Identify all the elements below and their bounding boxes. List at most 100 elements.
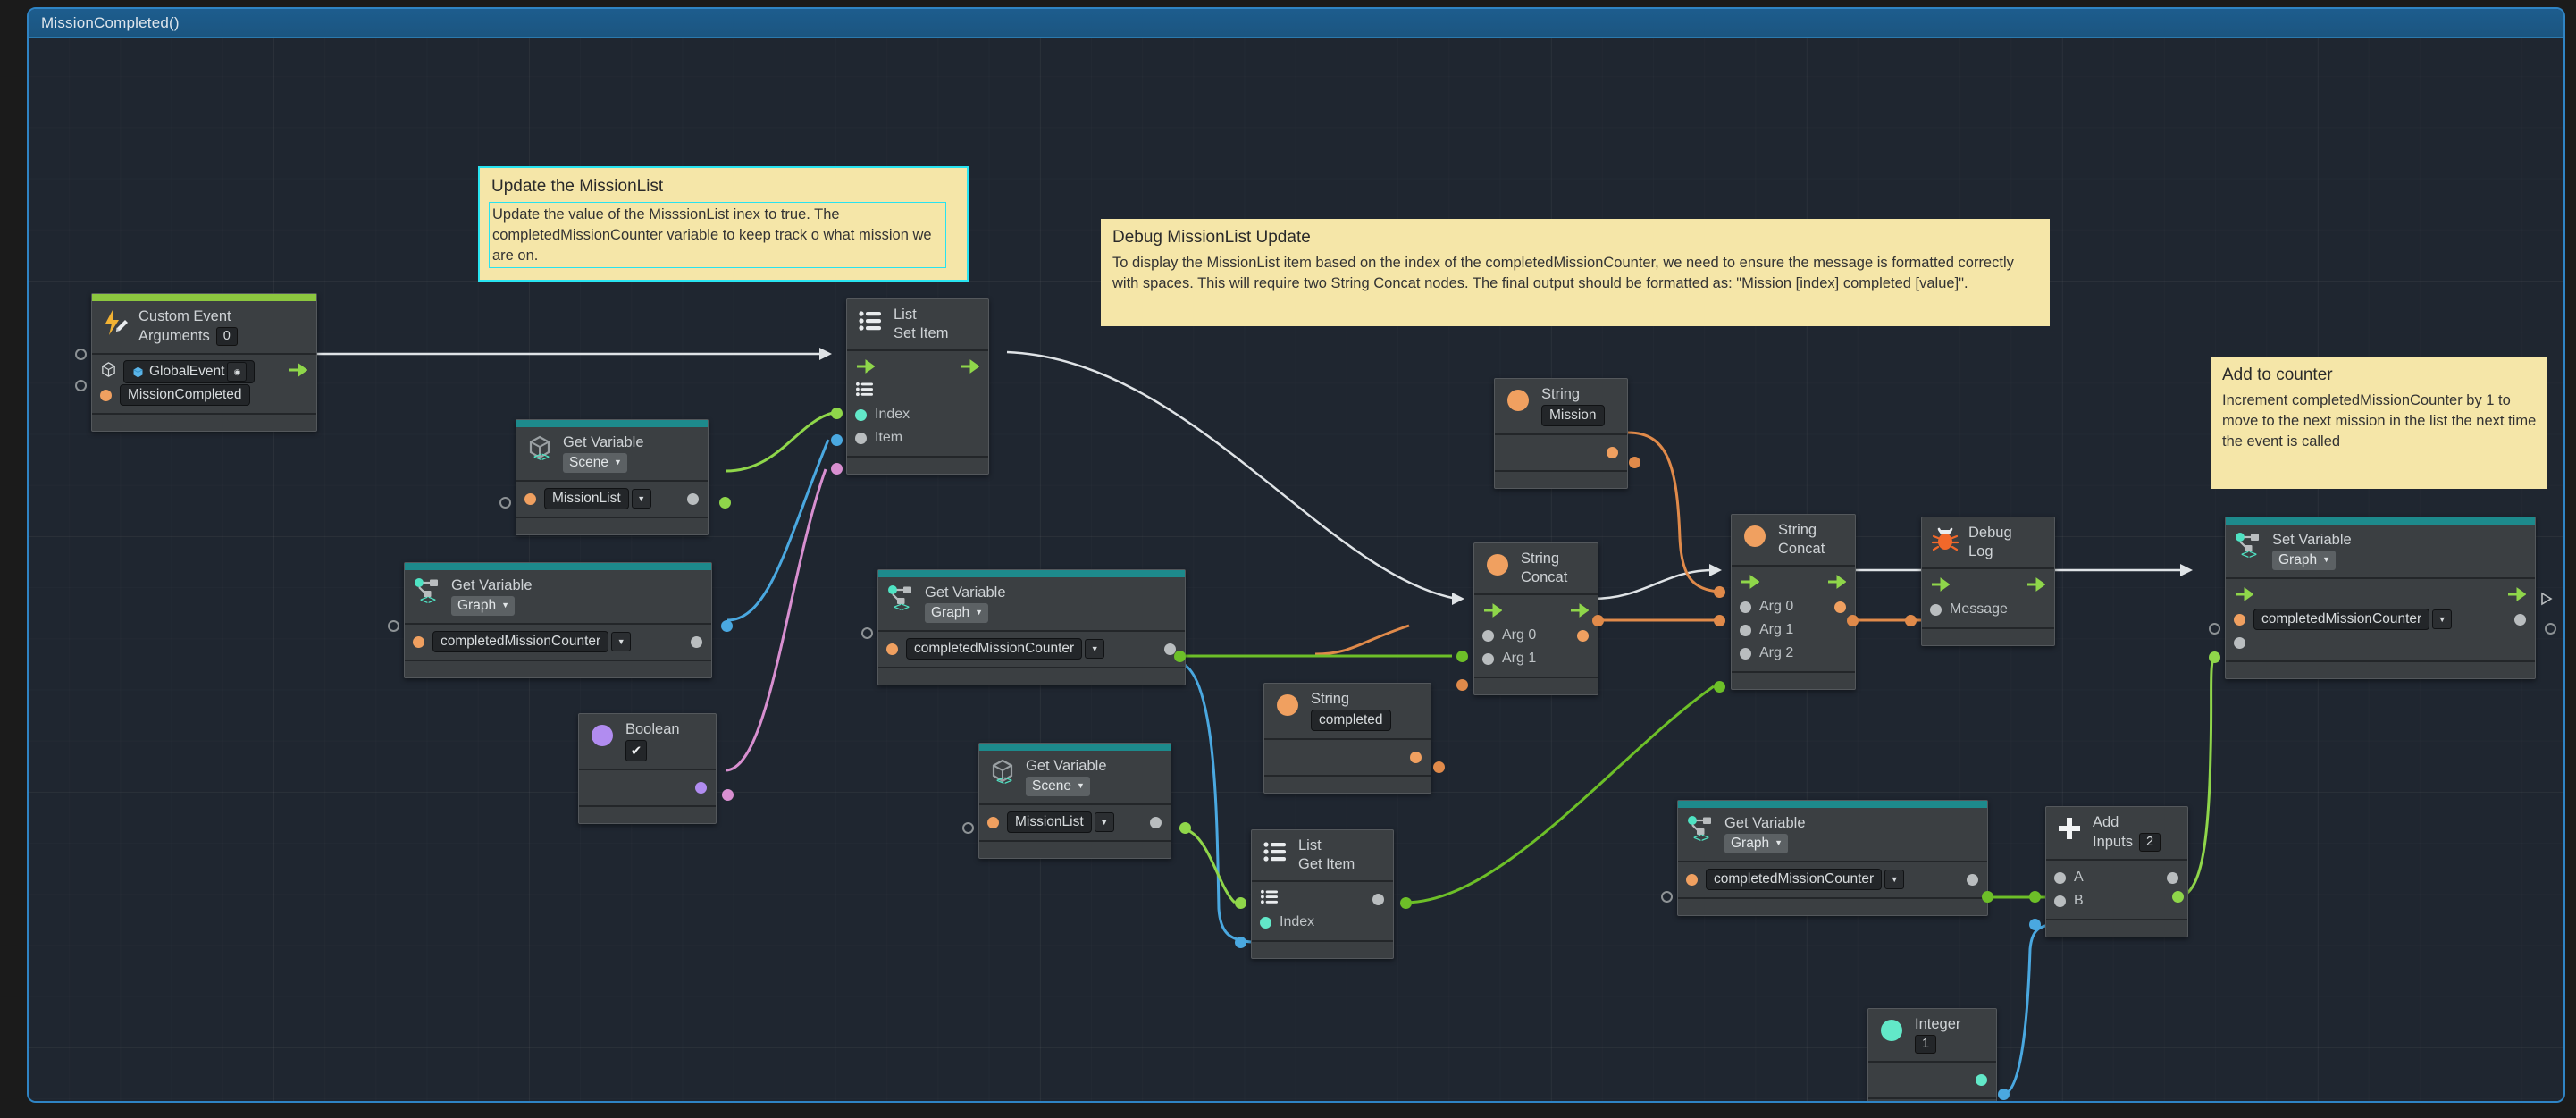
external-port-result-out[interactable] [1847,615,1859,626]
variable-name-input-port[interactable] [987,816,999,828]
external-port-boolean-out[interactable] [722,789,734,801]
result-output-port[interactable] [1834,601,1846,613]
variable-name-field[interactable]: MissionList [1007,811,1092,833]
inputs-count-field[interactable]: 2 [2138,833,2161,852]
external-port-item-in[interactable] [831,463,843,475]
a-input-port[interactable] [2054,871,2066,884]
external-port-message-in[interactable] [1905,615,1917,626]
external-port-string-out[interactable] [1433,761,1445,773]
boolean-checkbox[interactable]: ✔ [625,740,647,761]
node-debug-log[interactable]: Debug Log Message [1921,517,2055,646]
external-port-event-name[interactable] [75,380,87,391]
external-port-variable-out[interactable] [1179,822,1191,834]
variable-name-input-port[interactable] [2234,613,2245,626]
note-body[interactable]: Increment completedMissionCounter by 1 t… [2222,391,2537,451]
external-port-arg0-in[interactable] [1456,651,1468,662]
external-port-target[interactable] [75,349,87,360]
variable-dropdown-button[interactable]: ▼ [611,632,632,651]
variable-scope-dropdown[interactable]: Graph ▼ [2272,551,2337,570]
variable-name-field[interactable]: completedMissionCounter [2253,609,2430,630]
external-port-variable-name[interactable] [499,497,511,509]
external-port-arg2-in[interactable] [1714,681,1725,693]
external-port-index-in[interactable] [1235,937,1246,948]
node-custom-event[interactable]: Custom Event Arguments 0 GlobalEvent ◉ M… [91,293,317,432]
list-port-icon[interactable] [855,381,874,402]
string-output-port[interactable] [1607,446,1618,458]
string-value-field[interactable]: completed [1311,710,1391,731]
variable-value-output-port[interactable] [691,635,702,648]
node-get-variable-missionlist-scene-mid[interactable]: <> Get Variable Scene ▼ MissionList ▼ [978,743,1171,859]
node-get-variable-counter-graph-left[interactable]: <> Get Variable Graph ▼ completedMission… [404,562,712,678]
external-port-variable-name[interactable] [962,822,974,834]
item-input-port[interactable] [855,432,867,444]
arg-0-input-port[interactable] [1482,629,1494,642]
node-get-variable-counter-graph-mid[interactable]: <> Get Variable Graph ▼ completedMission… [877,569,1186,685]
flow-in-arrow-icon[interactable] [2234,586,2254,606]
external-port-result-out[interactable] [1592,615,1604,626]
node-string-completed[interactable]: String completed [1263,683,1431,794]
variable-value-output-port[interactable] [687,492,699,505]
event-name-field[interactable]: MissionCompleted [120,384,250,406]
external-port-string-out[interactable] [1629,457,1640,468]
boolean-output-port[interactable] [695,781,707,794]
note-body[interactable]: Update the value of the MisssionList ine… [489,202,946,269]
external-port-index-in[interactable] [831,434,843,446]
external-port-variable-out[interactable] [719,497,731,509]
flow-out-arrow-icon[interactable] [1826,574,1847,593]
node-set-variable-counter-graph[interactable]: <> Set Variable Graph ▼ completedMission… [2225,517,2536,679]
variable-scope-dropdown[interactable]: Scene ▼ [1026,777,1090,796]
flow-in-arrow-icon[interactable] [855,358,876,378]
target-object-field[interactable]: GlobalEvent ◉ [123,360,256,383]
node-add[interactable]: Add Inputs 2 A B [2045,806,2188,937]
sticky-note-add-to-counter[interactable]: Add to counter Increment completedMissio… [2211,357,2547,489]
variable-name-input-port[interactable] [886,643,898,655]
integer-output-port[interactable] [1976,1073,1987,1086]
external-port-variable-out[interactable] [1982,891,1993,903]
external-port-arg1-in[interactable] [1714,615,1725,626]
result-output-port[interactable] [1577,629,1589,642]
external-port-value-in[interactable] [2209,651,2220,663]
variable-scope-dropdown[interactable]: Graph ▼ [1724,834,1789,853]
message-input-port[interactable] [1930,603,1942,616]
b-input-port[interactable] [2054,895,2066,907]
node-get-variable-counter-graph-right[interactable]: <> Get Variable Graph ▼ completedMission… [1677,800,1988,916]
external-port-variable-name[interactable] [1661,891,1673,903]
variable-value-output-port[interactable] [1967,873,1978,886]
external-port-list-in[interactable] [1235,897,1246,909]
variable-scope-dropdown[interactable]: Graph ▼ [451,596,516,616]
variable-name-input-port[interactable] [413,635,424,648]
external-port-variable-out[interactable] [1174,651,1186,662]
variable-dropdown-button[interactable]: ▼ [1884,870,1905,889]
note-body[interactable]: To display the MissionList item based on… [1112,253,2039,294]
external-port-variable-name[interactable] [2209,623,2220,635]
index-input-port[interactable] [1260,916,1271,929]
flow-out-arrow-icon[interactable] [960,358,980,378]
arg-1-input-port[interactable] [1740,624,1751,636]
variable-name-field[interactable]: completedMissionCounter [432,631,609,652]
variable-dropdown-button[interactable]: ▼ [631,489,651,509]
flow-out-arrow-icon[interactable] [1569,602,1590,622]
flow-in-arrow-icon[interactable] [1482,602,1503,622]
node-get-variable-missionlist-scene-top[interactable]: <> Get Variable Scene ▼ MissionList ▼ [516,419,709,535]
value-input-port[interactable] [2234,636,2245,649]
variable-name-input-port[interactable] [1686,873,1698,886]
flow-out-arrow-icon[interactable] [2506,586,2527,606]
variable-name-field[interactable]: completedMissionCounter [906,638,1083,660]
external-port-arg0-in[interactable] [1714,586,1725,598]
item-output-port[interactable] [1372,893,1384,905]
index-input-port[interactable] [855,408,867,421]
flow-in-arrow-icon[interactable] [1740,574,1760,593]
variable-value-output-port[interactable] [1150,816,1162,828]
flow-out-arrow-icon[interactable] [2026,576,2046,596]
event-name-input-port[interactable] [100,389,112,401]
flow-in-arrow-icon[interactable] [1930,576,1951,596]
node-list-set-item[interactable]: List Set Item Index Item [846,298,989,475]
external-port-variable-out[interactable] [721,620,733,632]
external-port-item-out[interactable] [1400,897,1412,909]
variable-dropdown-button[interactable]: ▼ [1094,812,1114,832]
object-picker-button[interactable]: ◉ [227,362,248,382]
variable-dropdown-button[interactable]: ▼ [1085,639,1105,659]
graph-canvas[interactable]: Update the MissionList Update the value … [29,38,2563,1101]
variable-dropdown-button[interactable]: ▼ [2432,609,2453,629]
node-string-mission[interactable]: String Mission [1494,378,1628,489]
